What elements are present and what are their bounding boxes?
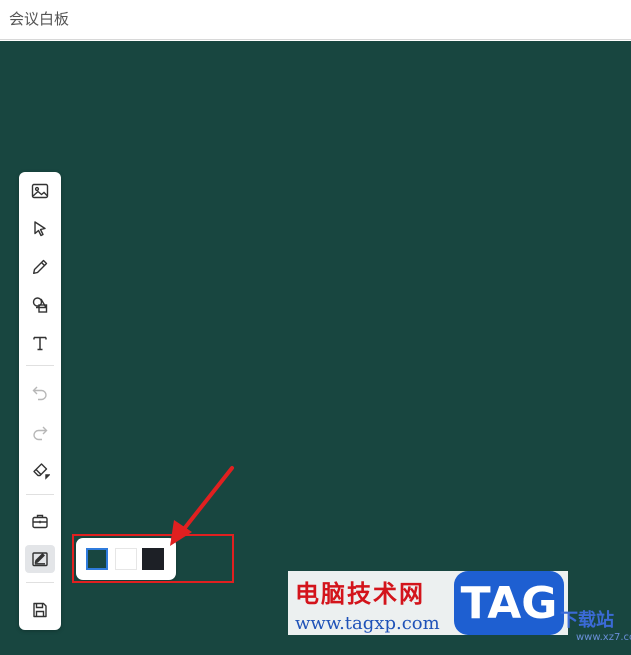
save-button[interactable] bbox=[25, 596, 55, 624]
toolbar-divider bbox=[26, 582, 54, 583]
window-title: 会议白板 bbox=[9, 10, 70, 28]
redo-icon bbox=[33, 426, 48, 441]
watermark-cn-text: 电脑技术网 bbox=[295, 580, 425, 608]
arrow-shaft bbox=[178, 466, 234, 536]
toolbox-button[interactable] bbox=[25, 507, 55, 535]
watermark-banner: 电脑技术网 www.tagxp.com TAG bbox=[288, 571, 568, 635]
toolbar-divider bbox=[26, 494, 54, 495]
undo-button[interactable] bbox=[25, 378, 55, 406]
board-edit-icon bbox=[32, 552, 48, 567]
tag-logo: TAG bbox=[454, 571, 564, 635]
text-tool-button[interactable] bbox=[25, 329, 55, 357]
text-icon bbox=[33, 336, 47, 351]
title-bar: 会议白板 bbox=[0, 0, 631, 40]
select-tool-button[interactable] bbox=[25, 215, 55, 243]
watermark-url: www.tagxp.com bbox=[295, 613, 440, 634]
watermark-site-domain: www.xz7.com bbox=[576, 632, 631, 643]
tag-logo-text: TAG bbox=[460, 577, 558, 629]
image-tool-button[interactable] bbox=[25, 177, 55, 205]
redo-button[interactable] bbox=[25, 418, 55, 446]
save-icon bbox=[33, 602, 47, 618]
shapes-icon bbox=[32, 297, 48, 313]
eraser-tool-button[interactable] bbox=[25, 456, 55, 484]
watermark-site-text: 下载站 bbox=[560, 610, 614, 631]
shapes-tool-button[interactable] bbox=[25, 291, 55, 319]
background-color-button[interactable] bbox=[25, 545, 55, 573]
toolbox-icon bbox=[32, 514, 48, 529]
left-toolbar bbox=[19, 172, 61, 630]
annotation-arrow bbox=[170, 466, 234, 546]
pen-tool-button[interactable] bbox=[25, 253, 55, 281]
eraser-icon bbox=[33, 463, 50, 480]
image-icon bbox=[31, 183, 49, 199]
toolbar-divider bbox=[26, 365, 54, 366]
cursor-arrow-icon bbox=[34, 221, 46, 237]
pen-icon bbox=[33, 259, 48, 274]
undo-icon bbox=[32, 386, 47, 401]
